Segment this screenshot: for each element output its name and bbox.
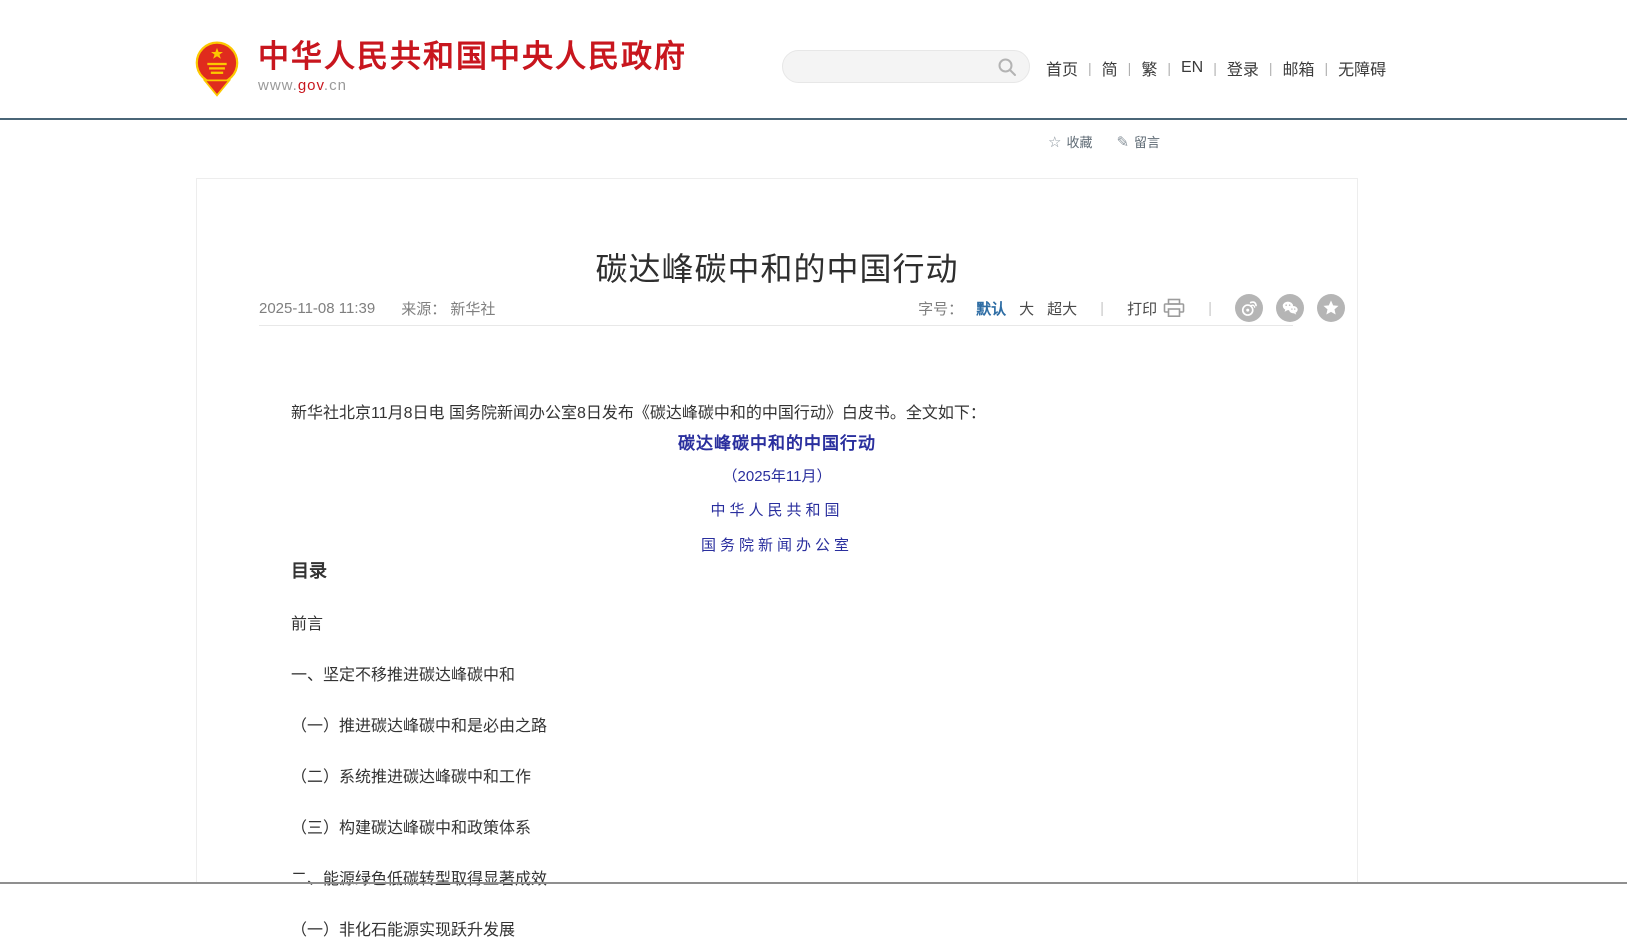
article-meta-row: 2025-11-08 11:39 来源： 新华社 字号： 默认 大 超大 | 打… [197,291,1357,325]
site-header: 中华人民共和国中央人民政府 www.gov.cn 首页 | 简 | 繁 | [0,0,1627,120]
nav-link-login[interactable]: 登录 [1227,56,1259,80]
article-card: 碳达峰碳中和的中国行动 2025-11-08 11:39 来源： 新华社 字号：… [196,178,1358,883]
printer-icon [1163,298,1185,318]
toc-item: 二、能源绿色低碳转型取得显著成效 [291,865,547,889]
toc-item: 前言 [291,610,547,634]
weibo-share-button[interactable] [1235,294,1263,322]
page-actions: ☆ 收藏 ✎ 留言 [1048,132,1160,151]
whitepaper-dateline: （2025年11月） [197,465,1357,486]
publish-date: 2025-11-08 11:39 [259,300,375,317]
fontsize-default-button[interactable]: 默认 [976,298,1006,319]
article-title: 碳达峰碳中和的中国行动 [197,244,1357,290]
national-emblem-icon [190,40,244,98]
nav-link-english[interactable]: EN [1181,59,1203,77]
favorite-button[interactable]: ☆ 收藏 [1048,132,1092,151]
pen-icon: ✎ [1116,133,1129,151]
nav-link-home[interactable]: 首页 [1046,56,1078,80]
whitepaper-title: 碳达峰碳中和的中国行动 [197,429,1357,454]
print-label: 打印 [1127,298,1157,319]
whitepaper-issuer-line1: 中华人民共和国 [197,499,1357,520]
whitepaper-issuer-line2: 国务院新闻办公室 [197,534,1357,555]
toc-item: （一）推进碳达峰碳中和是必由之路 [291,712,547,736]
star-icon: ☆ [1048,133,1061,151]
search-input[interactable] [799,58,997,76]
toc-item: （二）系统推进碳达峰碳中和工作 [291,763,547,787]
comment-label: 留言 [1134,132,1160,151]
toc-item: （一）非化石能源实现跃升发展 [291,916,547,940]
fontsize-xlarge-button[interactable]: 超大 [1047,298,1077,319]
search-icon [997,57,1017,77]
site-title: 中华人民共和国中央人民政府 [258,40,687,74]
fontsize-large-button[interactable]: 大 [1019,298,1034,319]
qzone-star-icon [1321,298,1341,318]
qzone-share-button[interactable] [1317,294,1345,322]
nav-link-simplified[interactable]: 简 [1102,56,1118,80]
fontsize-label: 字号： [918,298,963,319]
nav-link-mail[interactable]: 邮箱 [1283,56,1315,80]
toc-title: 目录 [291,557,547,583]
wechat-share-button[interactable] [1276,294,1304,322]
nav-link-accessibility[interactable]: 无障碍 [1338,56,1386,80]
print-button[interactable]: 打印 [1127,298,1185,319]
meta-divider [259,325,1293,326]
whitepaper-heading-block: 碳达峰碳中和的中国行动 （2025年11月） 中华人民共和国 国务院新闻办公室 [197,429,1357,569]
toc-item: （三）构建碳达峰碳中和政策体系 [291,814,547,838]
intro-paragraph: 新华社北京11月8日电 国务院新闻办公室8日发布《碳达峰碳中和的中国行动》白皮书… [259,401,1295,427]
source: 来源： 新华社 [401,298,495,319]
top-nav: 首页 | 简 | 繁 | EN | 登录 | 邮箱 | 无障碍 [1046,56,1386,80]
site-logo[interactable]: 中华人民共和国中央人民政府 www.gov.cn [190,40,687,98]
search-box[interactable] [782,50,1030,83]
nav-link-traditional[interactable]: 繁 [1141,56,1157,80]
comment-button[interactable]: ✎ 留言 [1116,132,1160,151]
site-url: www.gov.cn [258,77,687,94]
wechat-icon [1280,298,1300,318]
bottom-divider [0,882,1627,884]
toc-item: 一、坚定不移推进碳达峰碳中和 [291,661,547,685]
favorite-label: 收藏 [1066,132,1092,151]
search-button[interactable] [997,57,1017,77]
weibo-icon [1239,298,1259,318]
